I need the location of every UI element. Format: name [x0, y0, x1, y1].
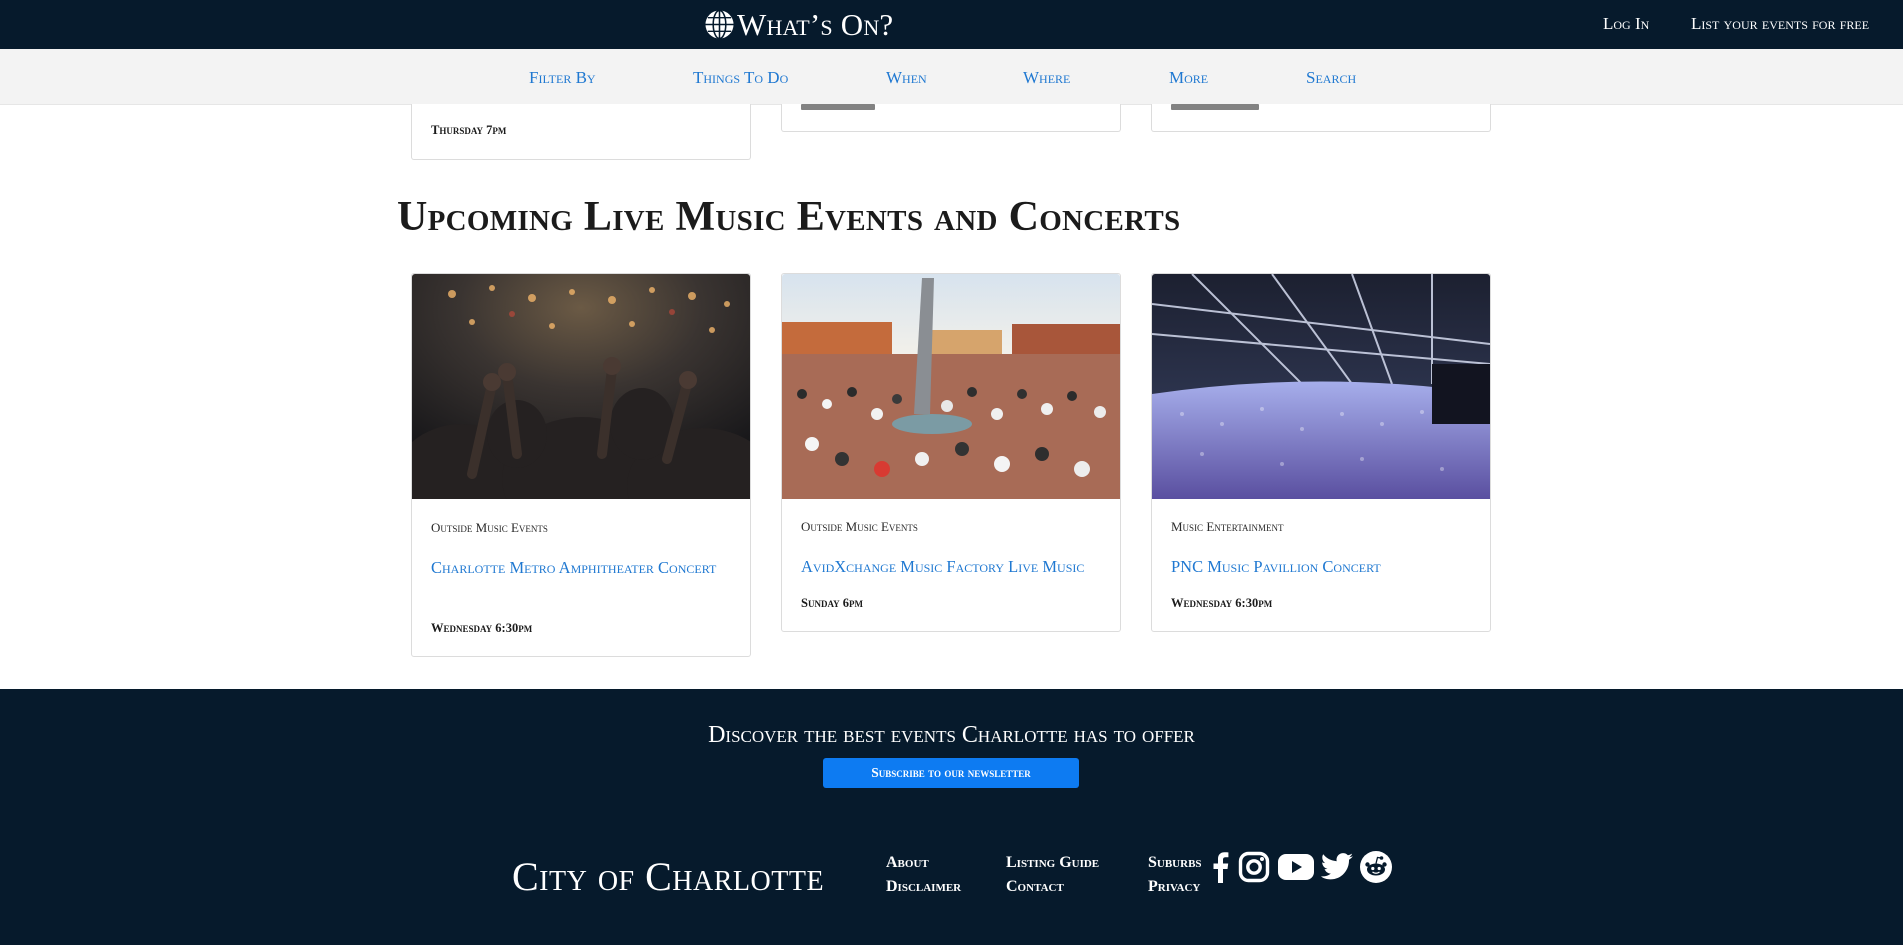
footer-tagline: Discover the best events Charlotte has t…: [708, 722, 1195, 748]
event-category: Outside Music Events: [431, 520, 548, 535]
filter-bar: Filter By Things To Do When Where More S…: [0, 49, 1903, 105]
suburbs-link[interactable]: Suburbs: [1148, 854, 1202, 872]
globe-icon: [705, 9, 734, 39]
concert-crowd-photo: [412, 274, 750, 499]
cropped-text: [1171, 104, 1259, 110]
event-card[interactable]: Music Entertainment PNC Music Pavillion …: [1151, 273, 1491, 632]
privacy-link[interactable]: Privacy: [1148, 878, 1200, 896]
pavilion-crowd-photo: [1152, 274, 1490, 499]
event-time: Sunday 6pm: [801, 596, 863, 610]
music-factory-photo: [782, 274, 1120, 499]
event-card-previous-2[interactable]: [781, 104, 1121, 132]
things-to-do-menu[interactable]: Things To Do: [693, 68, 788, 88]
search-menu[interactable]: Search: [1306, 68, 1356, 88]
footer-brand: City of Charlotte: [512, 854, 825, 899]
filter-by-menu[interactable]: Filter By: [529, 68, 596, 88]
top-navbar: What’s On? Log In List your events for f…: [0, 0, 1903, 49]
subscribe-newsletter-button[interactable]: Subscribe to our newsletter: [823, 758, 1079, 788]
twitter-icon[interactable]: [1320, 852, 1354, 882]
site-logo[interactable]: What’s On?: [704, 6, 893, 42]
instagram-icon[interactable]: [1238, 851, 1270, 883]
event-category: Outside Music Events: [801, 519, 918, 534]
disclaimer-link[interactable]: Disclaimer: [886, 878, 961, 896]
when-menu[interactable]: When: [886, 68, 927, 88]
event-time: Wednesday 6:30pm: [431, 621, 533, 635]
where-menu[interactable]: Where: [1023, 68, 1070, 88]
listing-guide-link[interactable]: Listing Guide: [1006, 854, 1099, 872]
cropped-text: [801, 104, 875, 110]
youtube-icon[interactable]: [1278, 853, 1314, 881]
event-category: Music Entertainment: [1171, 519, 1284, 534]
list-events-link[interactable]: List your events for free: [1691, 14, 1869, 34]
event-card[interactable]: Outside Music Events Charlotte Metro Amp…: [411, 273, 751, 657]
social-links: [1210, 851, 1392, 883]
event-card-previous-1[interactable]: Thursday 7pm: [411, 104, 751, 160]
event-title-link[interactable]: PNC Music Pavillion Concert: [1171, 555, 1476, 579]
footer: Discover the best events Charlotte has t…: [0, 689, 1903, 945]
about-link[interactable]: About: [886, 854, 929, 872]
event-card[interactable]: Outside Music Events AvidXchange Music F…: [781, 273, 1121, 632]
event-time: Wednesday 6:30pm: [1171, 596, 1273, 610]
login-link[interactable]: Log In: [1603, 14, 1649, 34]
event-time: Thursday 7pm: [431, 123, 507, 137]
facebook-icon[interactable]: [1210, 851, 1230, 883]
logo-text: What’s On?: [737, 6, 894, 42]
event-title-link[interactable]: AvidXchange Music Factory Live Music: [801, 555, 1106, 579]
contact-link[interactable]: Contact: [1006, 878, 1064, 896]
more-menu[interactable]: More: [1169, 68, 1208, 88]
reddit-icon[interactable]: [1360, 851, 1392, 883]
section-title: Upcoming Live Music Events and Concerts: [397, 194, 1181, 240]
event-title-link[interactable]: Charlotte Metro Amphitheater Concert: [431, 556, 736, 580]
event-card-previous-3[interactable]: [1151, 104, 1491, 132]
